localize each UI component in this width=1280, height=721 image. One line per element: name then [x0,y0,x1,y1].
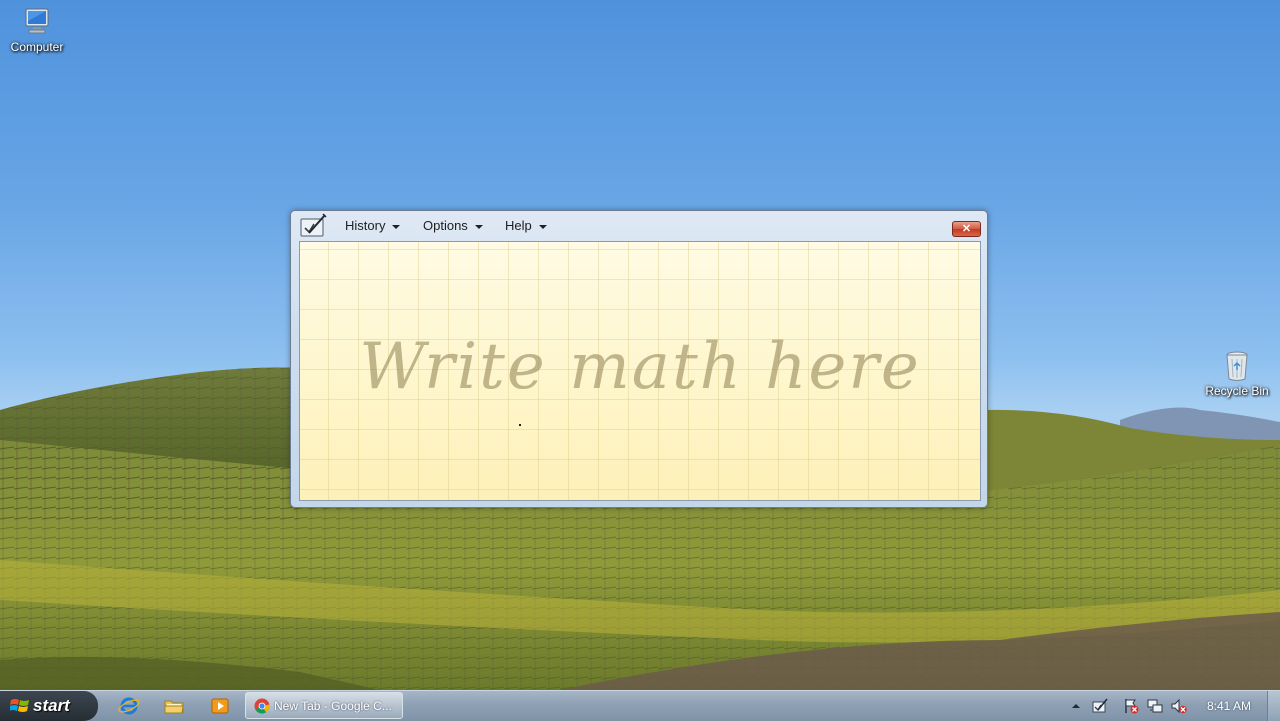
action-center-icon[interactable] [1123,698,1139,714]
desktop-icon-label: Recycle Bin [1205,384,1269,398]
menu-history-label: History [345,218,386,233]
show-desktop-button[interactable] [1267,691,1280,721]
taskbar: start New Tab - Google C... 8:41 AM [0,690,1280,721]
taskbar-item-chrome[interactable]: New Tab - Google C... [245,692,403,719]
writing-area-hint: Write math here [359,330,921,404]
menu-help[interactable]: Help [505,218,547,233]
show-hidden-icons-chevron[interactable] [1068,698,1084,714]
chevron-down-icon [538,224,547,229]
chevron-down-icon [474,224,483,229]
math-input-tray-icon[interactable] [1092,698,1108,714]
start-button[interactable]: start [0,691,98,721]
window-titlebar[interactable]: History Options Help ✕ [291,211,987,241]
menu-options-label: Options [423,218,468,233]
menu-help-label: Help [505,218,532,233]
start-label: start [33,696,70,715]
writing-area[interactable]: Write math here [299,241,981,501]
menu-history[interactable]: History [345,218,401,233]
internet-explorer-icon[interactable] [118,696,140,716]
clock-time[interactable]: 8:41 AM [1207,699,1251,713]
recycle-bin-icon [1226,351,1248,381]
windows-flag-icon [10,699,29,712]
desktop-icon-computer[interactable]: Computer [0,6,77,54]
volume-muted-icon[interactable] [1171,698,1187,714]
pen-cursor [519,424,521,426]
network-icon[interactable] [1147,698,1163,714]
math-input-panel-icon[interactable] [299,213,327,239]
chrome-icon [254,698,270,714]
media-player-icon[interactable] [209,696,231,716]
close-button[interactable]: ✕ [952,221,981,237]
folder-icon[interactable] [163,696,185,716]
menu-options[interactable]: Options [423,218,483,233]
computer-icon [25,8,49,34]
math-input-panel-window: History Options Help ✕ Write math here [290,210,988,508]
taskbar-item-label: New Tab - Google C... [274,699,392,713]
desktop-icon-recycle-bin[interactable]: Recycle Bin [1197,350,1277,398]
desktop-icon-label: Computer [10,40,64,54]
chevron-down-icon [392,224,401,229]
